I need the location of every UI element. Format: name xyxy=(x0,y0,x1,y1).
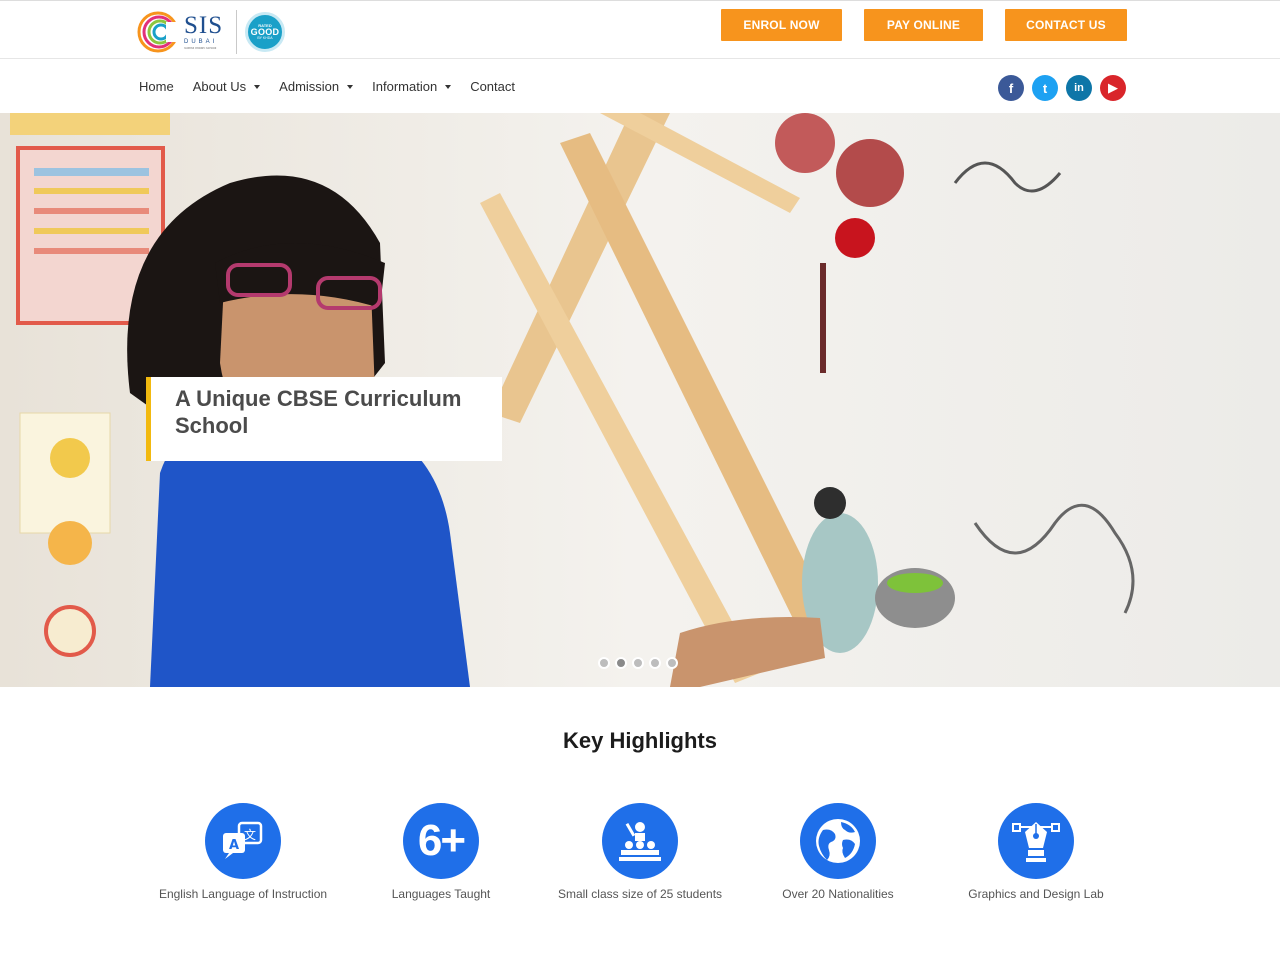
slider-dot[interactable] xyxy=(632,657,644,669)
slider-dot[interactable] xyxy=(615,657,627,669)
twitter-icon[interactable]: t xyxy=(1032,75,1058,101)
caret-down-icon xyxy=(347,84,354,89)
caret-down-icon xyxy=(254,84,261,89)
nav-label: Contact xyxy=(470,79,515,94)
slider-dot[interactable] xyxy=(598,657,610,669)
nav-label: Home xyxy=(139,79,174,94)
hero-caption-text: A Unique CBSE Curriculum School xyxy=(175,386,462,438)
nav-item-home[interactable]: Home xyxy=(139,79,174,94)
pen-tool-icon xyxy=(998,803,1074,879)
nav-item-information[interactable]: Information xyxy=(372,79,452,94)
facebook-icon[interactable]: f xyxy=(998,75,1024,101)
hero-caption: A Unique CBSE Curriculum School xyxy=(146,377,502,461)
highlight-label: Small class size of 25 students xyxy=(557,887,723,901)
slider-dot[interactable] xyxy=(649,657,661,669)
nav-item-admission[interactable]: Admission xyxy=(279,79,354,94)
highlight-label: Over 20 Nationalities xyxy=(782,887,894,901)
school-logo[interactable]: SIS DUBAI Sobha Indian School RATED GOOD… xyxy=(136,8,288,56)
nav-item-about-us[interactable]: About Us xyxy=(192,79,261,94)
linkedin-icon[interactable]: in xyxy=(1066,75,1092,101)
main-navigation: Home About Us Admission Information Cont… xyxy=(0,60,1280,113)
logo-ring-icon xyxy=(136,10,180,54)
nav-item-contact[interactable]: Contact xyxy=(470,79,515,94)
globe-icon xyxy=(800,803,876,879)
logo-tagline: Sobha Indian School xyxy=(184,47,217,51)
six-plus-text: 6+ xyxy=(417,816,466,865)
enrol-now-button[interactable]: ENROL NOW xyxy=(721,9,842,41)
nav-label: Admission xyxy=(279,79,340,94)
six-plus-icon: 6+ xyxy=(403,803,479,879)
logo-divider xyxy=(236,10,237,54)
highlight-label: Languages Taught xyxy=(391,887,491,901)
nav-label: About Us xyxy=(192,79,247,94)
caret-down-icon xyxy=(445,84,452,89)
highlight-label: English Language of Instruction xyxy=(158,887,328,901)
highlight-languages: 6+ Languages Taught xyxy=(341,803,541,901)
hero-slider[interactable]: A Unique CBSE Curriculum School xyxy=(0,113,1280,687)
highlight-english: A 文 English Language of Instruction xyxy=(143,803,343,901)
contact-us-button[interactable]: CONTACT US xyxy=(1005,9,1127,41)
svg-text:A: A xyxy=(229,838,239,853)
pay-online-button[interactable]: PAY ONLINE xyxy=(864,9,983,41)
logo-wordmark: SIS xyxy=(184,12,224,40)
slider-dot[interactable] xyxy=(666,657,678,669)
nav-label: Information xyxy=(372,79,438,94)
highlight-design-lab: Graphics and Design Lab xyxy=(936,803,1136,901)
svg-text:文: 文 xyxy=(244,827,256,842)
badge-line-3: BY KHDA xyxy=(257,35,273,40)
key-highlights-title: Key Highlights xyxy=(562,728,717,753)
youtube-icon[interactable]: ▶ xyxy=(1100,75,1126,101)
highlight-class-size: Small class size of 25 students xyxy=(540,803,740,901)
rated-good-badge: RATED GOOD BY KHDA xyxy=(245,12,285,52)
social-links: f t in ▶ xyxy=(990,75,1126,101)
translate-icon: A 文 xyxy=(205,803,281,879)
highlight-nationalities: Over 20 Nationalities xyxy=(738,803,938,901)
classroom-icon xyxy=(602,803,678,879)
highlight-label: Graphics and Design Lab xyxy=(968,887,1104,901)
slider-pagination xyxy=(598,657,683,669)
top-bar: SIS DUBAI Sobha Indian School RATED GOOD… xyxy=(0,0,1280,59)
logo-city: DUBAI xyxy=(184,39,218,46)
